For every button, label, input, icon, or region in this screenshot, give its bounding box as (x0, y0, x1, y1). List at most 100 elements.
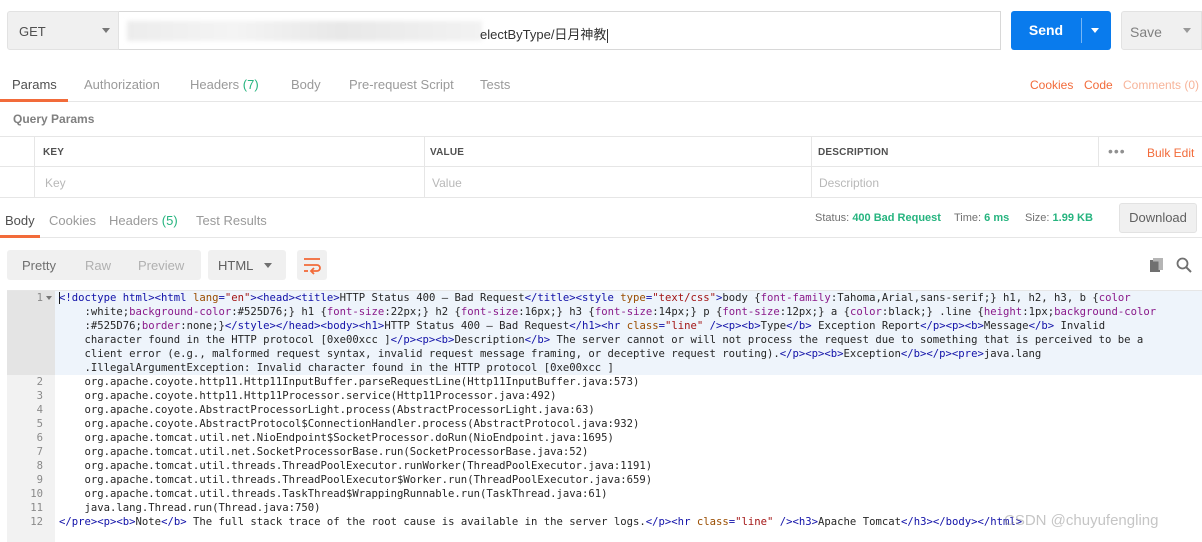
description-input[interactable]: Description (819, 176, 879, 190)
code-token: lang (192, 292, 219, 304)
code-token: </b> (524, 334, 551, 346)
code-token: :1px; (1022, 306, 1055, 318)
send-divider (1081, 18, 1082, 43)
code-token: </b> (786, 320, 812, 332)
code-line: :white;background-color:#525D76;} h1 {fo… (59, 305, 1157, 319)
code-token: Exception (843, 348, 901, 360)
send-options-chevron-down-icon[interactable] (1091, 28, 1099, 33)
response-toolbar: Pretty Raw Preview HTML (0, 238, 1202, 290)
code-token: :#525D76;} h1 { (231, 306, 327, 318)
save-label: Save (1130, 24, 1162, 40)
save-options-chevron-down-icon[interactable] (1183, 28, 1191, 33)
tab-body[interactable]: Body (291, 77, 321, 92)
time-value[interactable]: 6 ms (984, 212, 1009, 224)
watermark: CSDN @chuyufengling (1004, 512, 1159, 529)
code-token: The full stack trace of the root cause i… (186, 516, 646, 528)
code-token: </p><hr (645, 516, 697, 528)
time-label: Time: (954, 212, 982, 224)
column-divider (34, 137, 35, 197)
code-token: org.apache.coyote.http11.Http11InputBuff… (59, 376, 640, 388)
code-token: org.apache.coyote.http11.Http11Processor… (59, 390, 557, 402)
tab-headers[interactable]: Headers (7) (190, 77, 259, 92)
response-body-editor[interactable]: 1 2 3 4 5 6 7 8 9 10 11 12 <!doctype html><html lan… (7, 290, 1202, 542)
code-token: type (620, 292, 646, 304)
code-token: height (983, 306, 1023, 318)
code-line: .IllegalArgumentException: Invalid chara… (59, 361, 614, 375)
request-tabs: Params Authorization Headers (7) Body Pr… (0, 62, 1202, 102)
search-icon[interactable] (1175, 256, 1193, 274)
size-meta: Size: 1.99 KB (1025, 212, 1093, 224)
copy-icon[interactable] (1149, 257, 1165, 273)
tab-test-results[interactable]: Test Results (196, 213, 267, 228)
tab-params[interactable]: Params (12, 77, 57, 92)
method-select[interactable]: GET (7, 11, 119, 50)
tab-label: Test Results (196, 213, 267, 228)
code-line: :#525D76;border:none;}</style></head><bo… (59, 319, 1106, 333)
code-token: color (1098, 292, 1131, 304)
time-meta: Time: 6 ms (954, 212, 1009, 224)
code-token: </b> (161, 516, 187, 528)
code-link[interactable]: Code (1084, 78, 1113, 92)
tab-count: (7) (242, 77, 259, 92)
download-button[interactable]: Download (1119, 203, 1197, 233)
code-token: </style></head><body><h1> (224, 320, 385, 332)
tab-tests[interactable]: Tests (480, 77, 510, 92)
code-token: </p><p><b> (920, 320, 984, 332)
tab-label: Body (291, 77, 321, 92)
code-line: <!doctype html><html lang="en"><head><ti… (59, 291, 1131, 305)
code-token: Apache Tomcat (818, 516, 901, 528)
tab-response-body[interactable]: Body (5, 213, 35, 228)
code-token: org.apache.tomcat.util.threads.ThreadPoo… (59, 460, 653, 472)
bulk-edit-link[interactable]: Bulk Edit (1147, 146, 1194, 160)
response-tabs: Body Cookies Headers (5) Test Results St… (0, 198, 1202, 238)
tab-label: Authorization (84, 77, 160, 92)
code-token: org.apache.tomcat.util.net.SocketProcess… (59, 446, 589, 458)
code-token: Invalid (1054, 320, 1106, 332)
code-token: </h1><hr (569, 320, 627, 332)
code-token: font-size (460, 306, 519, 318)
cookies-link[interactable]: Cookies (1030, 78, 1073, 92)
size-value[interactable]: 1.99 KB (1053, 212, 1093, 224)
query-params-table: KEY VALUE DESCRIPTION ••• Bulk Edit Key … (0, 136, 1202, 198)
status-meta: Status: 400 Bad Request (815, 212, 941, 224)
code-token: </p><p><b> (390, 334, 455, 346)
code-token: /><p><b> (703, 320, 761, 332)
save-button[interactable]: Save (1121, 11, 1202, 50)
code-token: org.apache.coyote.AbstractProcessorLight… (59, 404, 595, 416)
tab-label: Headers (109, 213, 159, 228)
code-line: java.lang.Thread.run(Thread.java:750) (59, 501, 321, 515)
code-token: "en" (224, 292, 251, 304)
column-divider (1098, 137, 1099, 167)
comments-link[interactable]: Comments (0) (1123, 78, 1199, 92)
tab-label: Params (12, 77, 57, 92)
url-input[interactable]: electByType/日月神教 (119, 11, 1001, 50)
code-line: org.apache.tomcat.util.threads.ThreadPoo… (59, 473, 653, 487)
tab-count: (5) (161, 213, 178, 228)
status-value[interactable]: 400 Bad Request (852, 212, 941, 224)
line-number: 10 (30, 488, 43, 500)
code-token: Description (454, 334, 525, 346)
size-label: Size: (1025, 212, 1050, 224)
send-button[interactable]: Send (1011, 11, 1111, 50)
code-token: HTTP Status 400 – Bad Request (339, 292, 525, 304)
code-token: .IllegalArgumentException: Invalid chara… (59, 362, 614, 374)
tab-response-headers[interactable]: Headers (5) (109, 213, 178, 228)
key-input[interactable]: Key (45, 176, 66, 190)
raw-button[interactable]: Raw (85, 258, 111, 273)
tab-response-cookies[interactable]: Cookies (49, 213, 96, 228)
pretty-button[interactable]: Pretty (22, 258, 56, 273)
more-options-icon[interactable]: ••• (1108, 143, 1126, 159)
query-params-title: Query Params (13, 112, 95, 126)
value-input[interactable]: Value (432, 176, 462, 190)
tab-authorization[interactable]: Authorization (84, 77, 160, 92)
key-column-header: KEY (43, 147, 65, 158)
code-token: Type (760, 320, 787, 332)
format-select[interactable]: HTML (208, 250, 286, 280)
tab-pre-request-script[interactable]: Pre-request Script (349, 77, 454, 92)
code-token: class (696, 516, 729, 528)
preview-button[interactable]: Preview (138, 258, 184, 273)
wrap-lines-button[interactable] (297, 250, 327, 280)
request-bar: GET electByType/日月神教 Send Save (0, 0, 1202, 62)
code-token: </p><p><b> (779, 348, 844, 360)
fold-arrow-icon[interactable] (46, 296, 52, 300)
